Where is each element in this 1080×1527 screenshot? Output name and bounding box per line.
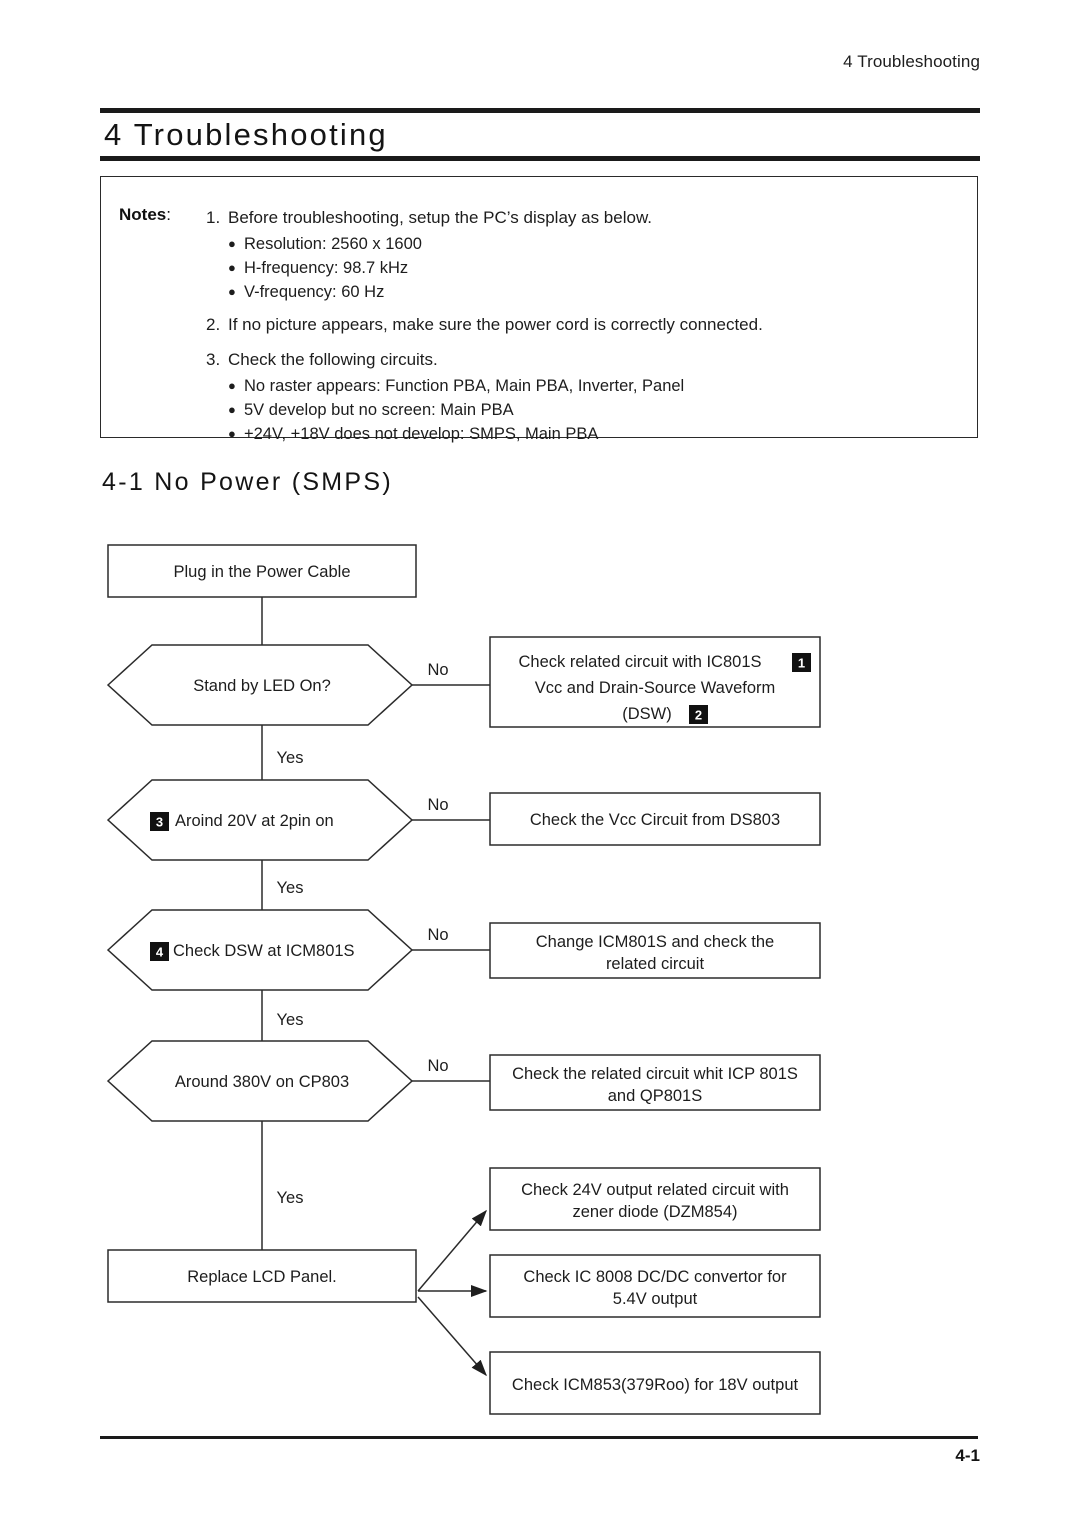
node-final1-line1: Check 24V output related circuit with [521,1181,789,1199]
badge-4-number: 4 [156,945,164,960]
node-start-label: Plug in the Power Cable [173,563,350,581]
node-final2-line1: Check IC 8008 DC/DC convertor for [523,1268,787,1286]
note-subtext-1-1: Resolution: 2560 x 1600 [244,235,422,253]
edge-label-no-4: No [427,1057,448,1075]
note-subitem-1-1: ● Resolution: 2560 x 1600 [228,232,957,256]
note-number-2: 2. [206,315,221,334]
chapter-title-block: 4 Troubleshooting [100,108,980,161]
arrow-end-to-final3 [417,1296,487,1377]
badge-2-number: 2 [695,708,702,723]
footer-page-number: 4-1 [955,1446,980,1465]
edge-label-no-3: No [427,926,448,944]
note-number-3: 3. [206,350,221,369]
note-subitem-3-3: ● +24V, +18V does not develop: SMPS, Main… [228,422,957,446]
note-number-1: 1. [206,208,221,227]
badge-3-number: 3 [156,815,163,830]
node-result1-line3: (DSW) [622,705,671,723]
edge-label-yes-4: Yes [277,1189,304,1207]
node-result1-line2: Vcc and Drain-Source Waveform [535,679,776,697]
document-page: 4 Troubleshooting 4 Troubleshooting Note… [0,0,1080,1527]
note-subitem-1-3: ● V-frequency: 60 Hz [228,280,957,304]
edge-label-no-1: No [427,661,448,679]
node-result3-line1: Change ICM801S and check the [536,933,775,951]
node-final1-line2: zener diode (DZM854) [572,1203,737,1221]
note-subtext-3-2: 5V develop but no screen: Main PBA [244,401,514,419]
node-final2-line2: 5.4V output [613,1290,698,1308]
title-rule-bottom [100,156,980,161]
bullet-icon: ● [228,284,236,299]
note-subtext-3-1: No raster appears: Function PBA, Main PB… [244,377,685,395]
note-subitem-1-2: ● H-frequency: 98.7 kHz [228,256,957,280]
note-item-2: 2. If no picture appears, make sure the p… [206,312,957,337]
note-subitem-3-2: ● 5V develop but no screen: Main PBA [228,398,957,422]
edge-label-yes-1: Yes [277,749,304,767]
node-decision3-label: Check DSW at ICM801S [173,942,355,960]
arrow-end-to-final1 [417,1209,487,1292]
running-header: 4 Troubleshooting [843,52,980,71]
bullet-icon: ● [228,236,236,251]
note-subitem-3-1: ● No raster appears: Function PBA, Main P… [228,374,957,398]
node-decision1-label: Stand by LED On? [193,677,331,695]
notes-label-text: Notes [119,205,167,224]
badge-1-number: 1 [798,656,805,671]
node-result1-line1: Check related circuit with IC801S [518,653,761,671]
bullet-icon: ● [228,378,236,393]
node-result4-line2: and QP801S [608,1087,703,1105]
note-subtext-1-3: V-frequency: 60 Hz [244,283,385,301]
edge-label-yes-3: Yes [277,1011,304,1029]
section-heading: 4-1 No Power (SMPS) [102,468,393,496]
page-title: 4 Troubleshooting [104,117,388,152]
note-item-3: 3. Check the following circuits. [206,347,957,372]
node-result4-line1: Check the related circuit whit ICP 801S [512,1065,798,1083]
notes-panel: Notes: 1. Before troubleshooting, setup t… [100,176,978,443]
node-end-label: Replace LCD Panel. [187,1268,337,1286]
bullet-icon: ● [228,426,236,441]
note-text-3: Check the following circuits. [228,350,438,369]
note-text-2: If no picture appears, make sure the pow… [228,315,763,334]
footer-rule [100,1436,978,1439]
node-result2-label: Check the Vcc Circuit from DS803 [530,811,780,829]
bullet-icon: ● [228,402,236,417]
node-decision4-label: Around 380V on CP803 [175,1073,349,1091]
notes-label: Notes: [119,205,171,225]
bullet-icon: ● [228,260,236,275]
note-subtext-3-3: +24V, +18V does not develop: SMPS, Main … [244,425,599,443]
flowchart: Plug in the Power Cable Stand by LED On?… [100,535,980,1425]
node-decision2-label: Aroind 20V at 2pin on [175,812,334,830]
note-subtext-1-2: H-frequency: 98.7 kHz [244,259,409,277]
edge-label-yes-2: Yes [277,879,304,897]
notes-label-colon: : [166,205,171,224]
note-item-1: 1. Before troubleshooting, setup the PC’s… [206,205,957,230]
notes-body: 1. Before troubleshooting, setup the PC’s… [206,205,957,446]
node-final3-label: Check ICM853(379Roo) for 18V output [512,1376,799,1394]
note-text-1: Before troubleshooting, setup the PC’s d… [228,208,653,227]
edge-label-no-2: No [427,796,448,814]
node-result3-line2: related circuit [606,955,705,973]
